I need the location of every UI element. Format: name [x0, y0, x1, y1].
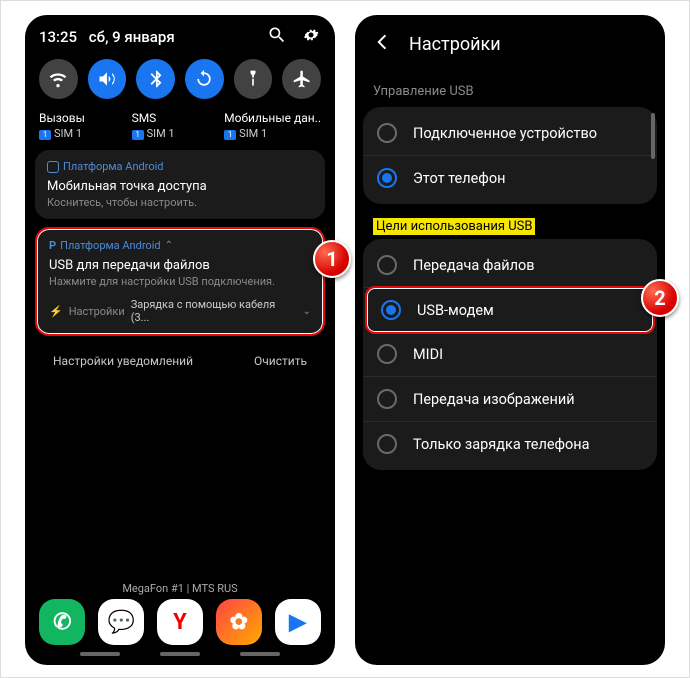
- radio-file-transfer[interactable]: Передача файлов: [363, 243, 657, 288]
- clock: 13:25: [39, 28, 77, 46]
- yandex-app-icon[interactable]: Y: [157, 599, 203, 645]
- radio-ptp[interactable]: Передача изображений: [363, 377, 657, 422]
- annotation-badge-2: 2: [641, 279, 679, 317]
- radio-usb-tethering[interactable]: USB-модем: [365, 286, 655, 334]
- messages-app-icon[interactable]: 💬: [98, 599, 144, 645]
- sim-calls[interactable]: Вызовы 1SIM 1: [39, 111, 124, 140]
- search-icon[interactable]: [267, 25, 287, 49]
- phone-left-notification-shade: 13:25 сб, 9 января Вызовы 1SIM 1 SMS 1SI…: [25, 15, 335, 665]
- radio-icon: [381, 300, 401, 320]
- settings-title: Настройки: [409, 34, 501, 55]
- notification-hotspot[interactable]: Платформа Android Мобильная точка доступ…: [35, 150, 325, 219]
- nav-home[interactable]: [160, 652, 200, 656]
- nav-bar: [25, 647, 335, 661]
- gear-icon[interactable]: [301, 25, 321, 49]
- radio-midi[interactable]: MIDI: [363, 332, 657, 377]
- notif-title: Мобильная точка доступа: [47, 179, 313, 194]
- section-usb-purpose: Цели использования USB: [373, 218, 535, 235]
- p-icon: P: [49, 239, 56, 252]
- notification-usb[interactable]: PПлатформа Android ⌃ USB для передачи фа…: [35, 227, 325, 336]
- carrier-label: MegaFon #1 | MTS RUS: [25, 582, 335, 595]
- settings-header: Настройки: [355, 15, 665, 70]
- date: сб, 9 января: [89, 28, 175, 46]
- lightning-icon: ⚡: [49, 305, 63, 318]
- wifi-tile[interactable]: [39, 59, 78, 99]
- radio-connected-device[interactable]: Подключенное устройство: [363, 111, 657, 156]
- notif-title: USB для передачи файлов: [49, 258, 311, 273]
- chevron-up-icon[interactable]: ⌃: [165, 240, 173, 251]
- android-icon: [47, 161, 59, 173]
- dock: ✆ 💬 Y ✿ ▶: [25, 599, 335, 645]
- radio-icon: [377, 168, 397, 188]
- sound-tile[interactable]: [88, 59, 127, 99]
- nav-back[interactable]: [240, 652, 280, 656]
- radio-group-usb-control: Подключенное устройство Этот телефон: [363, 107, 657, 204]
- sim-row: Вызовы 1SIM 1 SMS 1SIM 1 Мобильные дан..…: [25, 107, 335, 150]
- phone-app-icon[interactable]: ✆: [39, 599, 85, 645]
- flashlight-tile[interactable]: [234, 59, 273, 99]
- notif-subtitle: Нажмите для настройки USB подключения.: [49, 275, 311, 288]
- sim-sms[interactable]: SMS 1SIM 1: [132, 111, 217, 140]
- notification-settings-button[interactable]: Настройки уведомлений: [53, 354, 193, 368]
- notif-subtitle: Коснитесь, чтобы настроить.: [47, 196, 313, 209]
- gallery-app-icon[interactable]: ✿: [216, 599, 262, 645]
- scroll-indicator[interactable]: [651, 113, 655, 159]
- phone-right-usb-settings: Настройки Управление USB Подключенное ус…: [355, 15, 665, 665]
- nav-recent[interactable]: [80, 652, 120, 656]
- playstore-app-icon[interactable]: ▶: [275, 599, 321, 645]
- radio-icon: [377, 389, 397, 409]
- radio-icon: [377, 255, 397, 275]
- radio-charge-only[interactable]: Только зарядка телефона: [363, 422, 657, 466]
- status-bar: 13:25 сб, 9 января: [25, 15, 335, 55]
- annotation-badge-1: 1: [313, 240, 351, 278]
- radio-icon: [377, 434, 397, 454]
- home-screen: MegaFon #1 | MTS RUS ✆ 💬 Y ✿ ▶: [25, 465, 335, 665]
- radio-icon: [377, 344, 397, 364]
- quick-settings-row: [25, 55, 335, 107]
- bluetooth-tile[interactable]: [136, 59, 175, 99]
- back-icon[interactable]: [371, 31, 393, 58]
- chevron-down-icon[interactable]: ⌄: [303, 306, 311, 317]
- section-usb-control: Управление USB: [355, 70, 665, 107]
- clear-all-button[interactable]: Очистить: [254, 354, 307, 368]
- rotation-tile[interactable]: [185, 59, 224, 99]
- radio-group-usb-purpose: Передача файлов USB-модем MIDI Передача …: [363, 239, 657, 470]
- sim-data[interactable]: Мобильные дан.. 1SIM 1: [224, 111, 321, 140]
- notification-actions: Настройки уведомлений Очистить: [25, 344, 335, 382]
- radio-icon: [377, 123, 397, 143]
- radio-this-phone[interactable]: Этот телефон: [363, 156, 657, 200]
- airplane-tile[interactable]: [282, 59, 321, 99]
